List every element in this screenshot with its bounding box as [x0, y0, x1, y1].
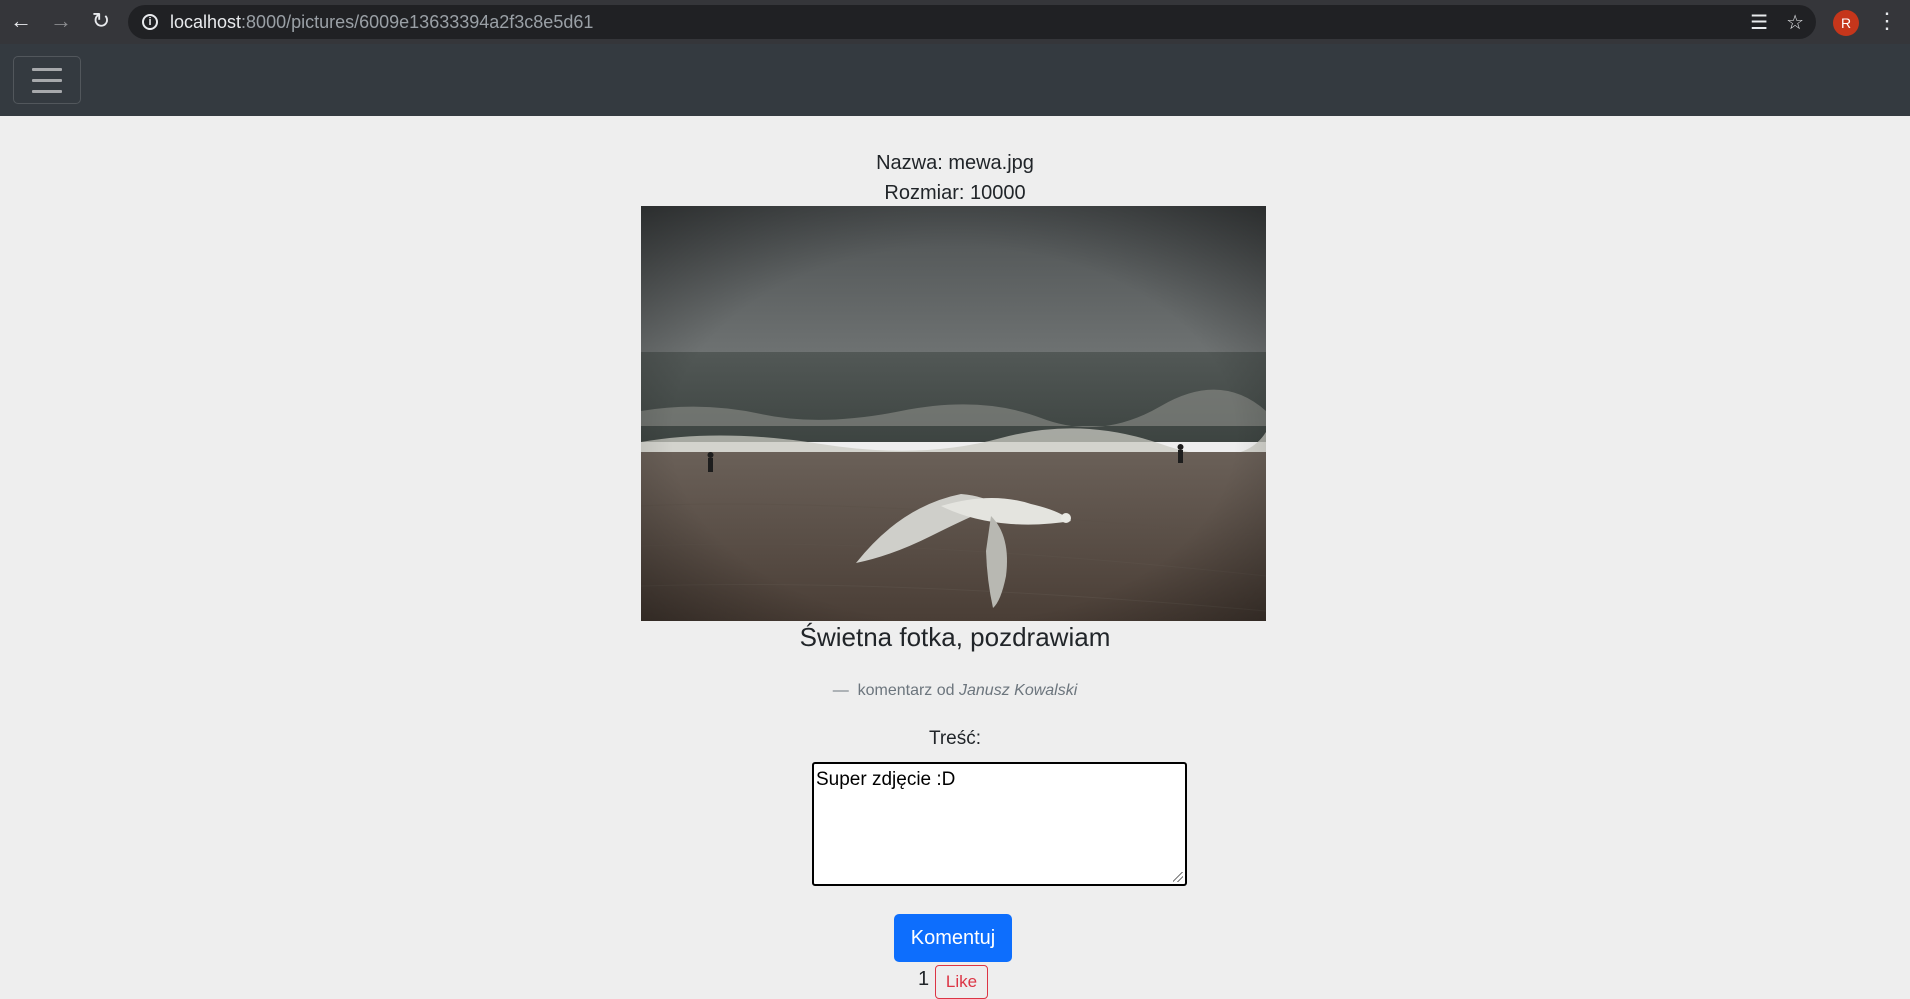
comment-text: Świetna fotka, pozdrawiam	[799, 622, 1111, 652]
likes-count: 1	[918, 968, 930, 990]
info-icon[interactable]: i	[142, 14, 158, 30]
navbar	[0, 44, 1910, 116]
submit-comment-button[interactable]: Komentuj	[894, 914, 1012, 962]
comment-author: — komentarz od Janusz Kowalski	[0, 680, 1910, 702]
hamburger-icon[interactable]	[13, 56, 81, 104]
url-path: :8000/pictures/6009e13633394a2f3c8e5d61	[241, 11, 594, 32]
star-icon[interactable]: ☆	[1786, 10, 1804, 35]
comment-author-name: Janusz Kowalski	[959, 682, 1078, 699]
seagull-photo	[641, 206, 1266, 621]
reload-icon[interactable]: ↻	[88, 8, 114, 34]
content-label: Treść:	[928, 728, 982, 749]
address-bar[interactable]: i localhost:8000/pictures/6009e13633394a…	[128, 5, 1816, 39]
profile-avatar[interactable]: R	[1833, 10, 1859, 36]
browser-toolbar: ← → ↻ i localhost:8000/pictures/6009e136…	[0, 0, 1910, 44]
translate-icon[interactable]: ☰	[1750, 10, 1768, 35]
url-host: localhost	[170, 11, 242, 32]
picture-size: Rozmiar: 10000	[884, 182, 1026, 204]
comment-textarea-value: Super zdjęcie :D	[816, 769, 956, 790]
forward-arrow-icon[interactable]: →	[48, 8, 74, 34]
menu-dots-icon[interactable]: ⋮	[1876, 8, 1898, 34]
picture-name: Nazwa: mewa.jpg	[876, 152, 1034, 174]
comment-author-prefix: komentarz od	[857, 682, 955, 699]
resize-handle-icon[interactable]	[1173, 872, 1183, 882]
comment-dash: —	[832, 682, 849, 699]
comment-textarea[interactable]: Super zdjęcie :D	[812, 762, 1187, 886]
url-text[interactable]: localhost:8000/pictures/6009e13633394a2f…	[170, 12, 593, 33]
back-arrow-icon[interactable]: ←	[8, 8, 34, 34]
